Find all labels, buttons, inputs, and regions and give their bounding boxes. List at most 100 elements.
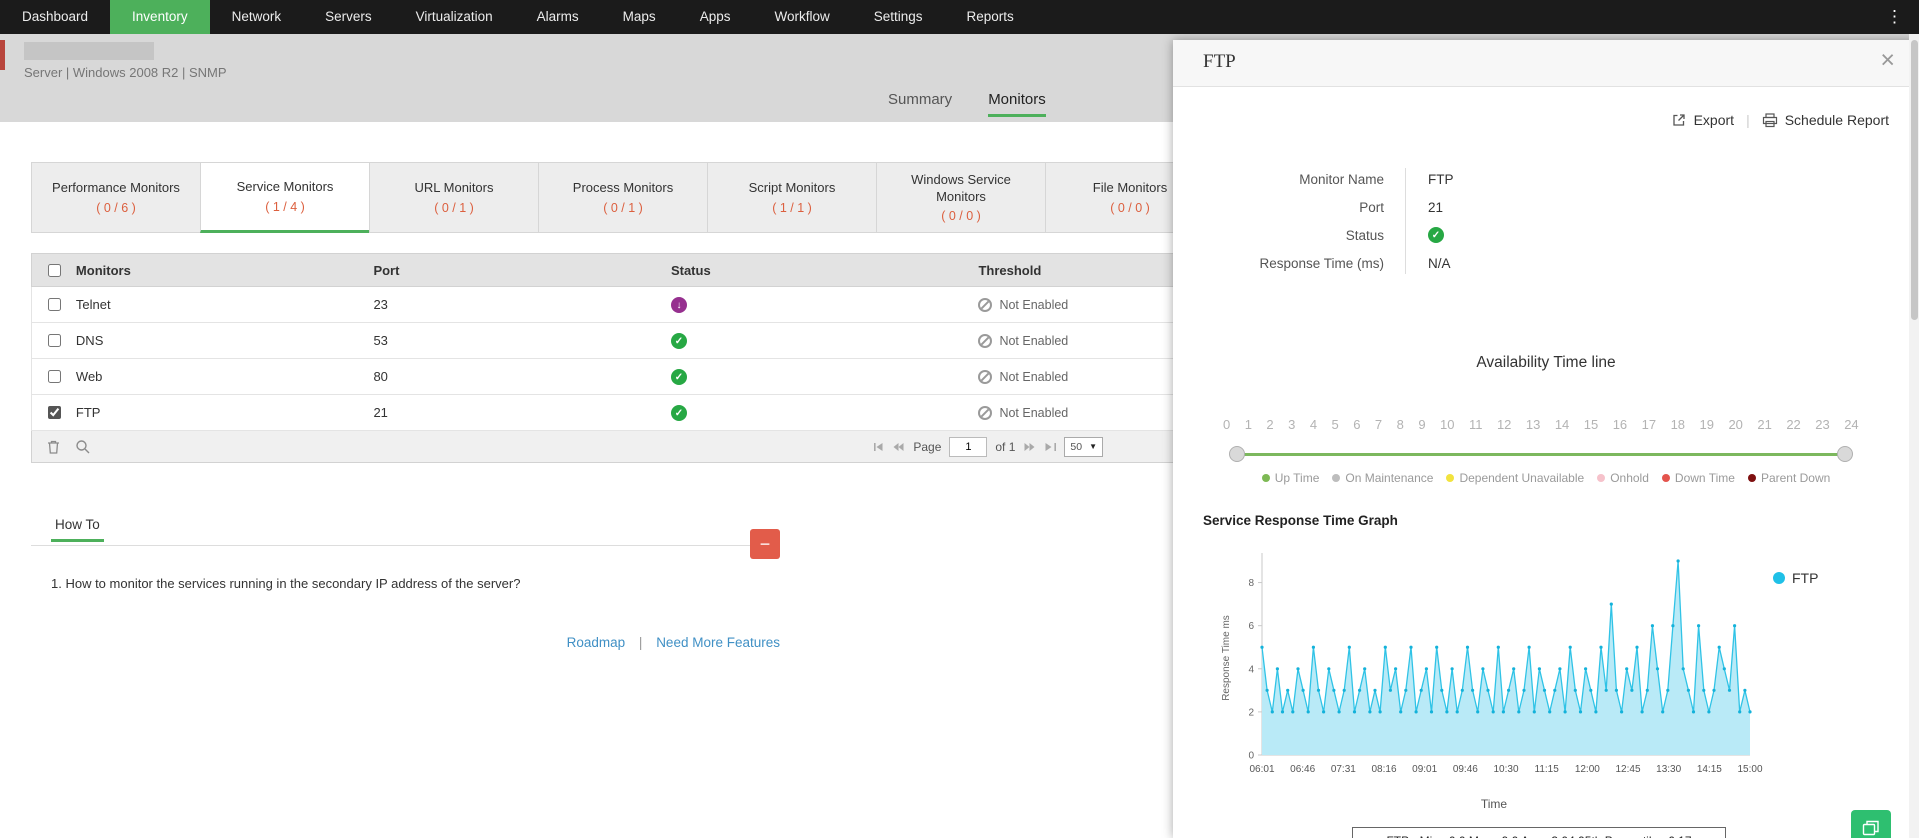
legend-label: Up Time [1274,471,1320,485]
row-checkbox[interactable] [47,406,61,419]
slider-handle-end[interactable] [1837,446,1853,462]
svg-text:07:31: 07:31 [1331,764,1356,775]
monitor-tab-count: ( 0 / 0 ) [1110,200,1150,215]
row-checkbox-cell [32,367,76,386]
col-header-port: Port [373,262,400,278]
nav-item-settings[interactable]: Settings [852,0,945,34]
svg-text:10:30: 10:30 [1493,764,1518,775]
nav-item-workflow[interactable]: Workflow [752,0,851,34]
not-enabled-icon [978,297,993,312]
select-all-checkbox[interactable] [47,263,61,277]
nav-item-alarms[interactable]: Alarms [515,0,601,34]
timeline-tick: 5 [1331,417,1339,432]
row-checkbox-cell [32,331,76,350]
monitor-status-cell: ↓ [670,296,979,314]
top-nav: Dashboard Inventory Network Servers Virtuali… [0,0,1919,34]
svg-text:2: 2 [1248,707,1254,718]
table-footer: Page of 1 50 ▼ [31,431,1279,463]
howto-tab[interactable]: How To [51,508,104,542]
table-row-web[interactable]: Web 80 ✓ Not Enabled [31,359,1279,395]
monitor-tab-service-monitors[interactable]: Service Monitors ( 1 / 4 ) [200,162,370,233]
action-divider: | [1746,112,1750,128]
tab-summary[interactable]: Summary [888,91,952,117]
timeline-tick: 20 [1728,417,1743,432]
nav-item-reports[interactable]: Reports [945,0,1036,34]
nav-item-maps[interactable]: Maps [601,0,678,34]
monitor-tab-performance-monitors[interactable]: Performance Monitors ( 0 / 6 ) [31,162,201,233]
page-size-select[interactable]: 50 ▼ [1064,436,1103,457]
timeline-tick: 12 [1496,417,1512,432]
link-divider: | [638,635,643,650]
response-time-graph-title: Service Response Time Graph [1203,513,1398,528]
prev-page-icon[interactable] [892,442,905,452]
pagination: Page of 1 50 ▼ [872,436,1103,457]
delete-icon[interactable] [46,439,61,455]
monitor-tab-label: Performance Monitors [52,180,180,196]
next-page-icon[interactable] [1023,442,1036,452]
report-icon [1862,820,1879,836]
kebab-menu-icon[interactable]: ⋮ [1870,0,1919,34]
threshold-text: Not Enabled [999,369,1069,384]
close-icon[interactable]: × [1880,46,1895,75]
slider-handle-start[interactable] [1229,446,1245,462]
monitor-tab-label: Service Monitors [236,179,334,195]
legend-item-down-time: Down Time [1661,471,1735,485]
nav-item-dashboard[interactable]: Dashboard [0,0,110,34]
page-number-input[interactable] [949,436,988,457]
detail-value: ✓ [1428,227,1444,243]
panel-title: FTP [1203,51,1236,72]
monitor-tab-url-monitors[interactable]: URL Monitors ( 0 / 1 ) [369,162,539,233]
scrollbar[interactable] [1909,34,1919,838]
col-header-status: Status [670,262,711,278]
chart-summary-row: FTP - Min : 0.0 Max : 9.0 Avg : 3.04 95t… [1352,827,1726,838]
row-checkbox[interactable] [47,370,61,383]
detail-label: Port [1359,199,1384,215]
need-more-features-link[interactable]: Need More Features [656,635,780,650]
nav-item-inventory[interactable]: Inventory [110,0,210,34]
row-checkbox[interactable] [47,298,61,311]
monitor-tab-label: Process Monitors [572,180,674,196]
monitor-details: Monitor Name FTP Port 21 Status ✓ Response Tim… [1173,165,1919,277]
page-of-label: of 1 [995,439,1016,454]
howto-item[interactable]: 1. How to monitor the services running i… [51,576,780,591]
monitors-table: Monitors Port Status Threshold Telnet 23 ↓… [31,253,1279,463]
table-row-ftp[interactable]: FTP 21 ✓ Not Enabled [31,395,1279,431]
nav-item-apps[interactable]: Apps [678,0,753,34]
monitor-port: 23 [373,297,388,312]
legend-label: Down Time [1674,471,1735,485]
first-page-icon[interactable] [872,442,884,452]
monitor-name: Web [75,369,103,384]
roadmap-link[interactable]: Roadmap [567,635,626,650]
page-size-value: 50 [1070,440,1083,453]
monitor-port: 21 [373,405,388,420]
monitor-tab-label: File Monitors [1092,180,1168,196]
export-button[interactable]: Export [1671,112,1734,128]
last-page-icon[interactable] [1044,442,1057,452]
panel-header: FTP × [1173,40,1919,87]
report-fab-button[interactable] [1851,810,1891,838]
scrollbar-thumb[interactable] [1910,40,1918,320]
chart-legend[interactable]: FTP [1773,570,1818,586]
row-checkbox[interactable] [47,334,61,347]
nav-item-network[interactable]: Network [210,0,304,34]
tab-monitors[interactable]: Monitors [988,91,1046,117]
not-enabled-icon [978,369,993,384]
collapse-button[interactable]: − [750,529,780,559]
monitor-tab-process-monitors[interactable]: Process Monitors ( 0 / 1 ) [538,162,708,233]
monitor-tab-script-monitors[interactable]: Script Monitors ( 1 / 1 ) [707,162,877,233]
monitor-tab-count: ( 0 / 6 ) [96,200,136,215]
search-icon[interactable] [75,439,90,454]
nav-item-servers[interactable]: Servers [303,0,394,34]
top-nav-items: Dashboard Inventory Network Servers Virtuali… [0,0,1036,34]
svg-text:6: 6 [1248,621,1254,632]
monitor-tab-windows-service-monitors[interactable]: Windows Service Monitors ( 0 / 0 ) [876,162,1046,233]
table-row-telnet[interactable]: Telnet 23 ↓ Not Enabled [31,287,1279,323]
timeline-tick: 22 [1786,417,1801,432]
schedule-report-icon [1762,112,1777,127]
not-enabled-icon [978,405,993,420]
legend-item-parent-down: Parent Down [1747,471,1830,485]
table-row-dns[interactable]: DNS 53 ✓ Not Enabled [31,323,1279,359]
nav-item-virtualization[interactable]: Virtualization [394,0,515,34]
schedule-report-button[interactable]: Schedule Report [1762,112,1889,128]
timeline-tick: 11 [1468,417,1483,432]
